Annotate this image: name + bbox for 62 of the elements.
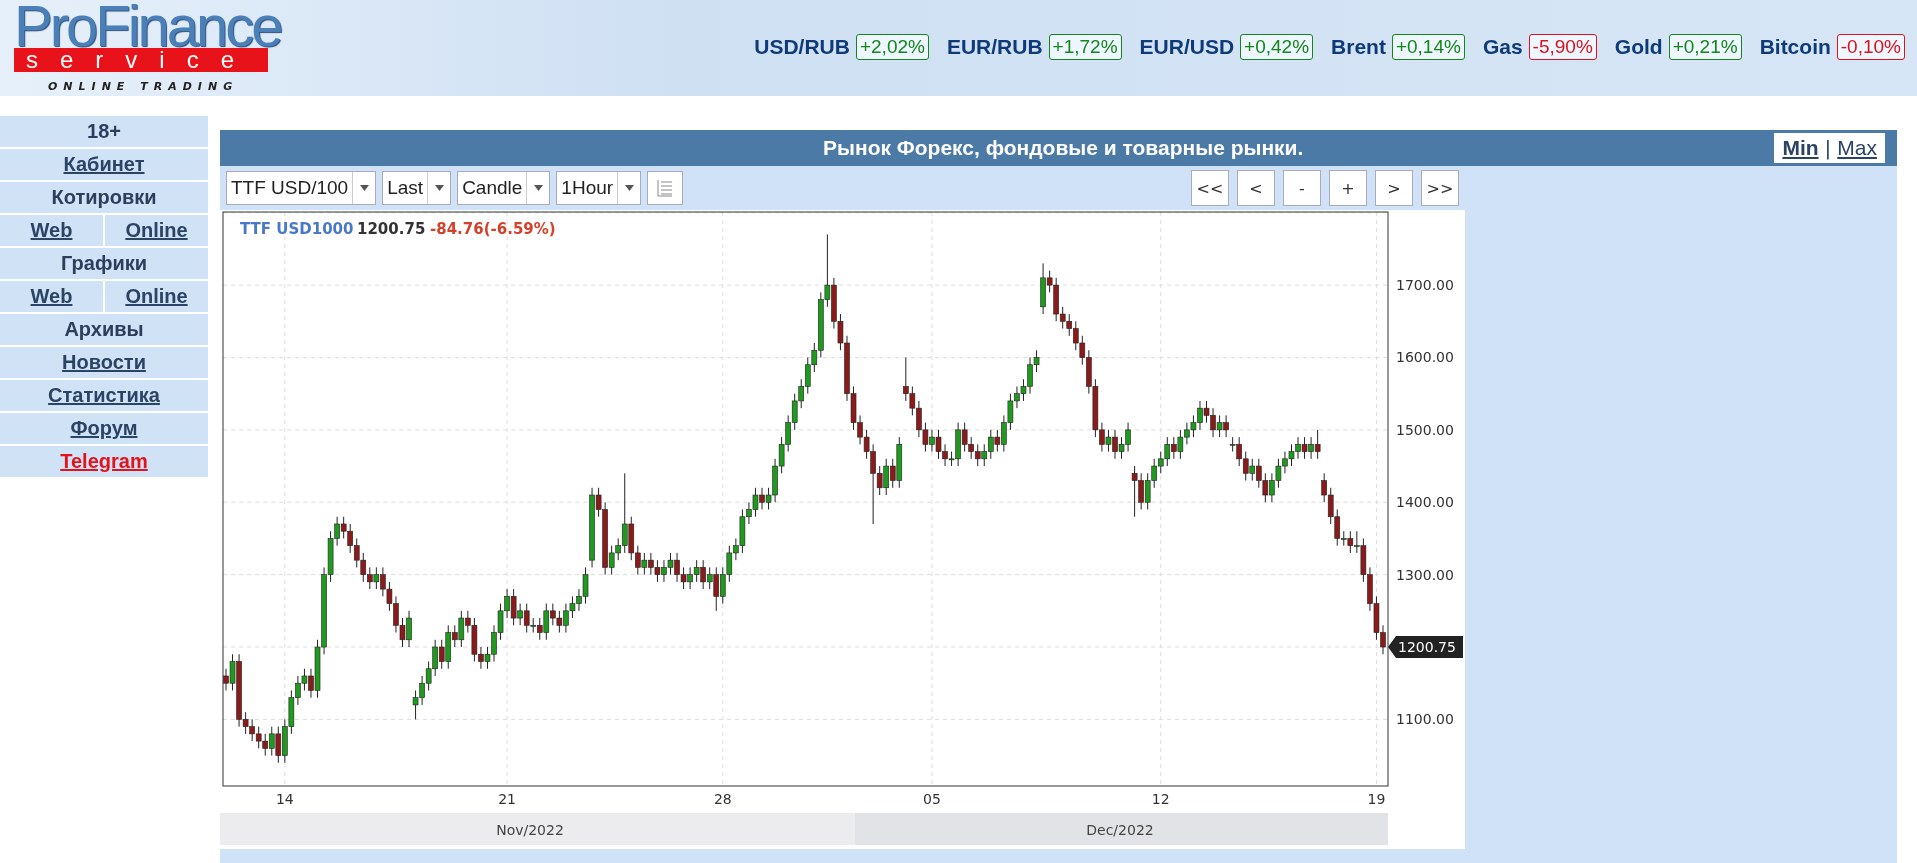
menu-link[interactable]: Статистика — [48, 384, 160, 407]
axis-label: 19 — [1367, 791, 1386, 807]
menu-heading: Графики — [61, 252, 147, 275]
axis-label: 14 — [275, 791, 294, 807]
ticker-change: +1,72% — [1048, 34, 1122, 60]
ticker-change: +2,02% — [855, 34, 929, 60]
axis-label: 1600.00 — [1396, 349, 1454, 366]
separator: | — [1824, 136, 1832, 160]
ticker-change: +0,21% — [1668, 34, 1742, 60]
axis-label: 05 — [923, 791, 941, 807]
axis-label: 1300.00 — [1396, 566, 1454, 583]
nav-button[interactable]: + — [1329, 170, 1367, 206]
ticker-name[interactable]: EUR/RUB — [946, 35, 1043, 59]
nav-button[interactable]: > — [1375, 170, 1413, 206]
legend-change: -84.76(-6.59%) — [430, 220, 556, 238]
logo-tagline: ONLINE TRADING — [48, 79, 239, 93]
min-link[interactable]: Min — [1782, 136, 1819, 160]
axis-label: 28 — [713, 791, 732, 807]
month-label: Nov/2022 — [496, 822, 564, 838]
ticker-name[interactable]: USD/RUB — [754, 35, 850, 59]
axis-label: 21 — [498, 791, 516, 807]
legend-symbol: TTF USD1000 — [240, 220, 354, 238]
menu-link[interactable]: Web — [30, 219, 73, 242]
axis-label: 12 — [1151, 791, 1170, 807]
ticker-change: -0,10% — [1836, 34, 1905, 60]
nav-button[interactable]: < — [1237, 170, 1275, 206]
axis-label: 1400.00 — [1396, 494, 1454, 511]
logo-subtitle: service — [14, 47, 268, 72]
menu-link[interactable]: Новости — [62, 351, 146, 374]
nav-button[interactable]: >> — [1421, 170, 1459, 206]
dropdown[interactable]: Last — [382, 171, 452, 205]
axis-label: 1500.00 — [1396, 421, 1454, 438]
price-tag: 1200.75 — [1388, 636, 1463, 658]
dropdown[interactable]: 1Hour — [556, 171, 642, 205]
menu-link[interactable]: Web — [30, 285, 73, 308]
ticker-change: -5,90% — [1528, 34, 1597, 60]
ticker-change: +0,42% — [1240, 34, 1314, 60]
dropdown[interactable]: TTF USD/100 — [226, 171, 377, 205]
ticker-change: +0,14% — [1391, 34, 1465, 60]
logo-title: ProFinance — [14, 3, 281, 48]
menu-heading: 18+ — [87, 120, 121, 143]
menu-link[interactable]: Telegram — [60, 450, 148, 473]
axis-label: 1100.00 — [1396, 711, 1454, 728]
nav-button[interactable]: << — [1191, 170, 1229, 206]
menu-heading: Котировки — [51, 186, 157, 209]
ticker-name[interactable]: Gold — [1614, 35, 1663, 59]
dropdown[interactable]: Candle — [457, 171, 551, 205]
ticker-name[interactable]: EUR/USD — [1139, 35, 1235, 59]
menu-heading: Архивы — [64, 318, 144, 341]
max-link[interactable]: Max — [1837, 136, 1877, 160]
menu-link[interactable]: Форум — [70, 417, 138, 440]
ticker-name[interactable]: Bitcoin — [1759, 35, 1831, 59]
menu-link[interactable]: Кабинет — [63, 153, 145, 176]
nav-button[interactable]: - — [1283, 170, 1321, 206]
panel-title: Рынок Форекс, фондовые и товарные рынки. — [822, 136, 1305, 160]
legend-price: 1200.75 — [357, 220, 426, 238]
ticker-name[interactable]: Brent — [1331, 35, 1386, 59]
axis-label: 1700.00 — [1396, 277, 1454, 294]
ticker-name[interactable]: Gas — [1482, 35, 1523, 59]
menu-link[interactable]: Online — [125, 219, 188, 242]
month-label: Dec/2022 — [1086, 822, 1154, 838]
menu-link[interactable]: Online — [125, 285, 188, 308]
